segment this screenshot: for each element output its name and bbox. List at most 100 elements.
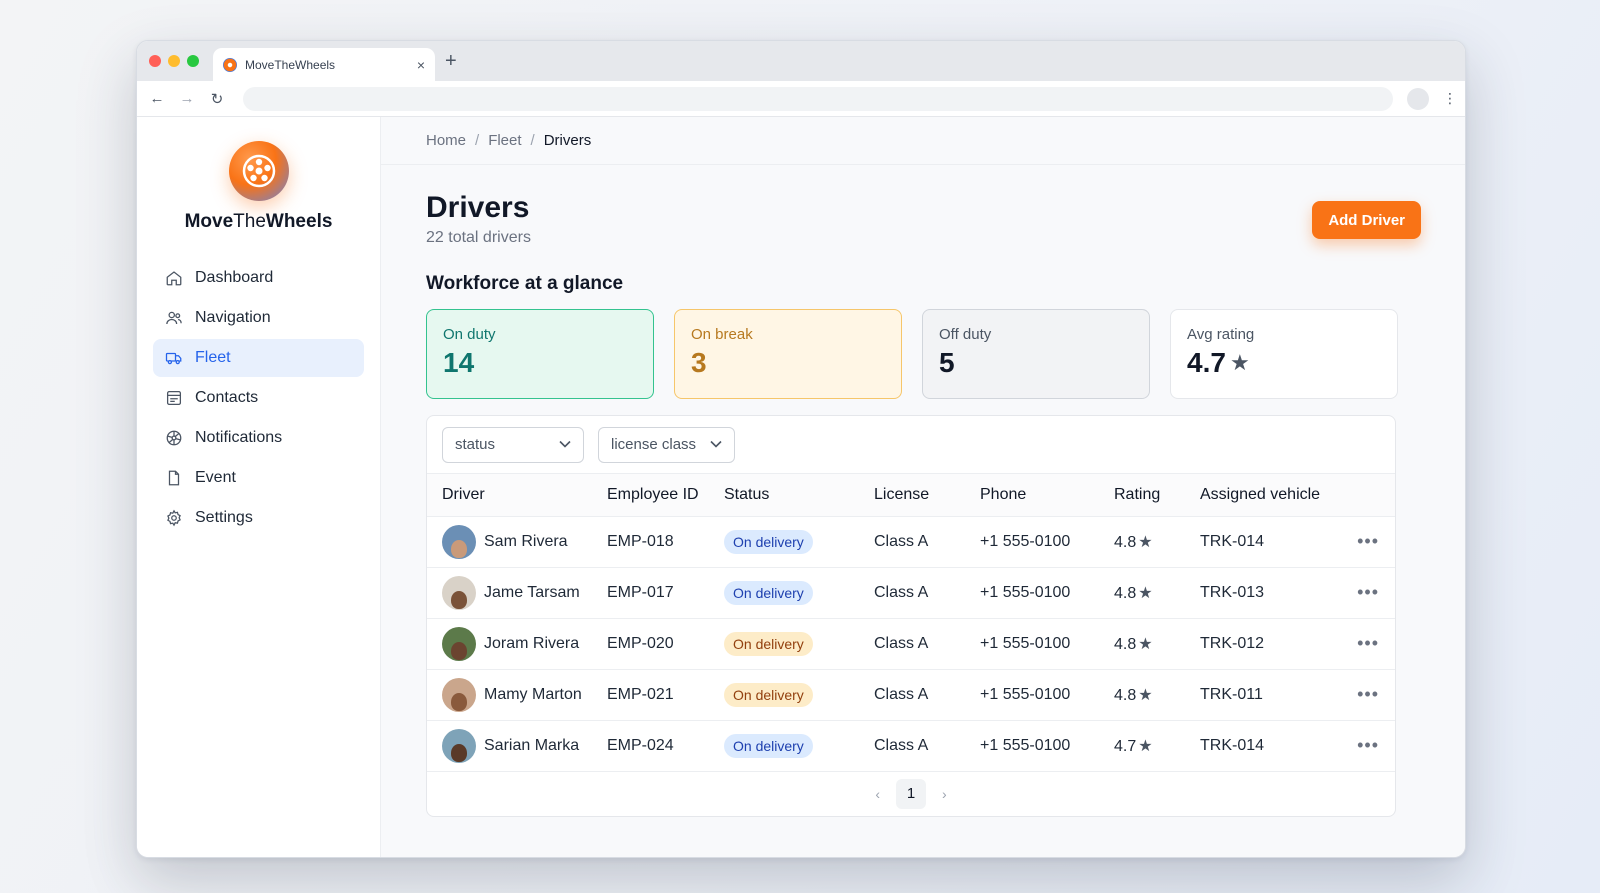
column-header-actions: [1348, 474, 1395, 517]
close-window-button[interactable]: [149, 55, 161, 67]
rating-cell: 4.8 ★: [1114, 516, 1200, 568]
tab-close-icon[interactable]: ×: [417, 57, 425, 73]
wheel-icon[interactable]: [228, 141, 289, 201]
table-row[interactable]: Jame Tarsam EMP-017 On delivery Class A …: [427, 567, 1395, 619]
gear-icon: [167, 509, 181, 527]
rating-value: 4.7: [1114, 737, 1137, 755]
sidebar-item-fleet[interactable]: Fleet: [153, 339, 364, 377]
sidebar-item-contacts[interactable]: Contacts: [153, 379, 364, 417]
star-icon: ★: [1229, 350, 1250, 375]
sidebar-item-notifications[interactable]: Notifications: [153, 419, 364, 457]
driver-name[interactable]: Sarian Marka: [484, 737, 579, 755]
brand-part-the: The: [233, 211, 266, 232]
sidebar-item-navigation[interactable]: Navigation: [153, 299, 364, 337]
page-number-button[interactable]: 1: [896, 778, 926, 809]
stat-value: 14: [443, 347, 475, 378]
breadcrumb-home[interactable]: Home: [426, 132, 466, 149]
sidebar-item-event[interactable]: Event: [153, 459, 364, 497]
browser-toolbar: ← → ↻ ⋮: [137, 81, 1465, 117]
avatar: [442, 524, 476, 559]
column-header-driver[interactable]: Driver: [427, 474, 607, 517]
sidebar-item-label: Contacts: [195, 389, 259, 406]
column-header-employee-id[interactable]: Employee ID: [607, 474, 724, 517]
stat-card-off-duty: Off duty 5: [922, 309, 1150, 399]
table-header-row: Driver Employee ID Status License Phone …: [427, 474, 1395, 517]
breadcrumb: Home / Fleet / Drivers: [381, 117, 1465, 165]
pagination: ‹ 1 ›: [427, 772, 1395, 816]
brand-name: MoveTheWheels: [185, 211, 333, 233]
column-header-assigned-vehicle[interactable]: Assigned vehicle: [1200, 474, 1349, 517]
browser-tab[interactable]: MoveTheWheels ×: [213, 48, 435, 81]
license-class: Class A: [874, 720, 980, 772]
prev-page-chevron-icon[interactable]: ‹: [875, 786, 880, 802]
phone-number: +1 555-0100: [980, 618, 1114, 670]
avatar: [442, 626, 476, 661]
stat-value: 3: [691, 347, 707, 378]
column-header-phone[interactable]: Phone: [980, 474, 1114, 517]
new-tab-button[interactable]: +: [445, 51, 457, 71]
maximize-window-button[interactable]: [187, 55, 199, 67]
app: MoveTheWheels Dashboard Navigation Fleet: [137, 117, 1465, 857]
breadcrumb-fleet[interactable]: Fleet: [488, 132, 521, 149]
driver-name[interactable]: Joram Rivera: [484, 635, 579, 653]
column-header-license[interactable]: License: [874, 474, 980, 517]
phone-number: +1 555-0100: [980, 720, 1114, 772]
reload-icon[interactable]: ↻: [209, 90, 225, 108]
star-icon: ★: [1138, 737, 1153, 755]
row-more-icon[interactable]: •••: [1348, 567, 1395, 619]
home-icon: [166, 271, 182, 286]
stat-label: On break: [691, 326, 753, 343]
row-more-icon[interactable]: •••: [1348, 720, 1395, 772]
globe-icon: [166, 430, 182, 446]
document-icon: [168, 470, 180, 486]
table-row[interactable]: Joram Rivera EMP-020 On delivery Class A…: [427, 618, 1395, 670]
drivers-page: Drivers 22 total drivers Add Driver Work…: [381, 165, 1465, 817]
driver-name[interactable]: Mamy Marton: [484, 686, 582, 704]
stat-card-on-duty: On duty 14: [426, 309, 654, 399]
star-icon: ★: [1138, 635, 1153, 653]
status-badge: On delivery: [724, 529, 813, 554]
rating-cell: 4.7 ★: [1114, 720, 1200, 772]
table-row[interactable]: Mamy Marton EMP-021 On delivery Class A …: [427, 669, 1395, 721]
phone-number: +1 555-0100: [980, 567, 1114, 619]
window-controls: [149, 55, 199, 67]
stat-card-avg-rating: Avg rating 4.7 ★: [1170, 309, 1398, 399]
employee-id: EMP-017: [607, 567, 724, 619]
chevron-down-icon: [710, 439, 722, 451]
next-page-chevron-icon[interactable]: ›: [942, 786, 947, 802]
sidebar-item-settings[interactable]: Settings: [153, 499, 364, 537]
status-badge: On delivery: [724, 682, 813, 707]
row-more-icon[interactable]: •••: [1348, 669, 1395, 721]
license-class: Class A: [874, 567, 980, 619]
sidebar-item-dashboard[interactable]: Dashboard: [153, 259, 364, 297]
column-header-rating[interactable]: Rating: [1114, 474, 1200, 517]
driver-name[interactable]: Jame Tarsam: [484, 584, 580, 602]
assigned-vehicle: TRK-012: [1200, 618, 1349, 670]
back-arrow-icon[interactable]: ←: [149, 90, 165, 107]
brand-block: MoveTheWheels: [137, 141, 380, 233]
brand-part-wheels: Wheels: [265, 211, 333, 232]
filter-bar: status license class: [427, 416, 1395, 474]
column-header-status[interactable]: Status: [724, 474, 874, 517]
add-driver-button[interactable]: Add Driver: [1312, 201, 1421, 239]
forward-arrow-icon[interactable]: →: [179, 90, 195, 107]
status-filter-select[interactable]: status: [442, 426, 584, 463]
license-class-filter-select[interactable]: license class: [598, 426, 735, 463]
assigned-vehicle: TRK-013: [1200, 567, 1349, 619]
row-more-icon[interactable]: •••: [1348, 516, 1395, 568]
employee-id: EMP-020: [607, 618, 724, 670]
assigned-vehicle: TRK-014: [1200, 720, 1349, 772]
table-row[interactable]: Sarian Marka EMP-024 On delivery Class A…: [427, 720, 1395, 772]
minimize-window-button[interactable]: [168, 55, 180, 67]
row-more-icon[interactable]: •••: [1348, 618, 1395, 670]
stat-label: On duty: [443, 326, 496, 343]
browser-menu-icon[interactable]: ⋮: [1443, 90, 1457, 107]
sidebar-item-label: Settings: [195, 509, 253, 526]
profile-avatar[interactable]: [1407, 87, 1429, 110]
rating-cell: 4.8 ★: [1114, 618, 1200, 670]
table-row[interactable]: Sam Rivera EMP-018 On delivery Class A +…: [427, 516, 1395, 568]
address-bar[interactable]: [243, 86, 1393, 111]
contacts-card-icon: [166, 390, 182, 406]
driver-name[interactable]: Sam Rivera: [484, 533, 568, 551]
workforce-title: Workforce at a glance: [426, 273, 624, 294]
